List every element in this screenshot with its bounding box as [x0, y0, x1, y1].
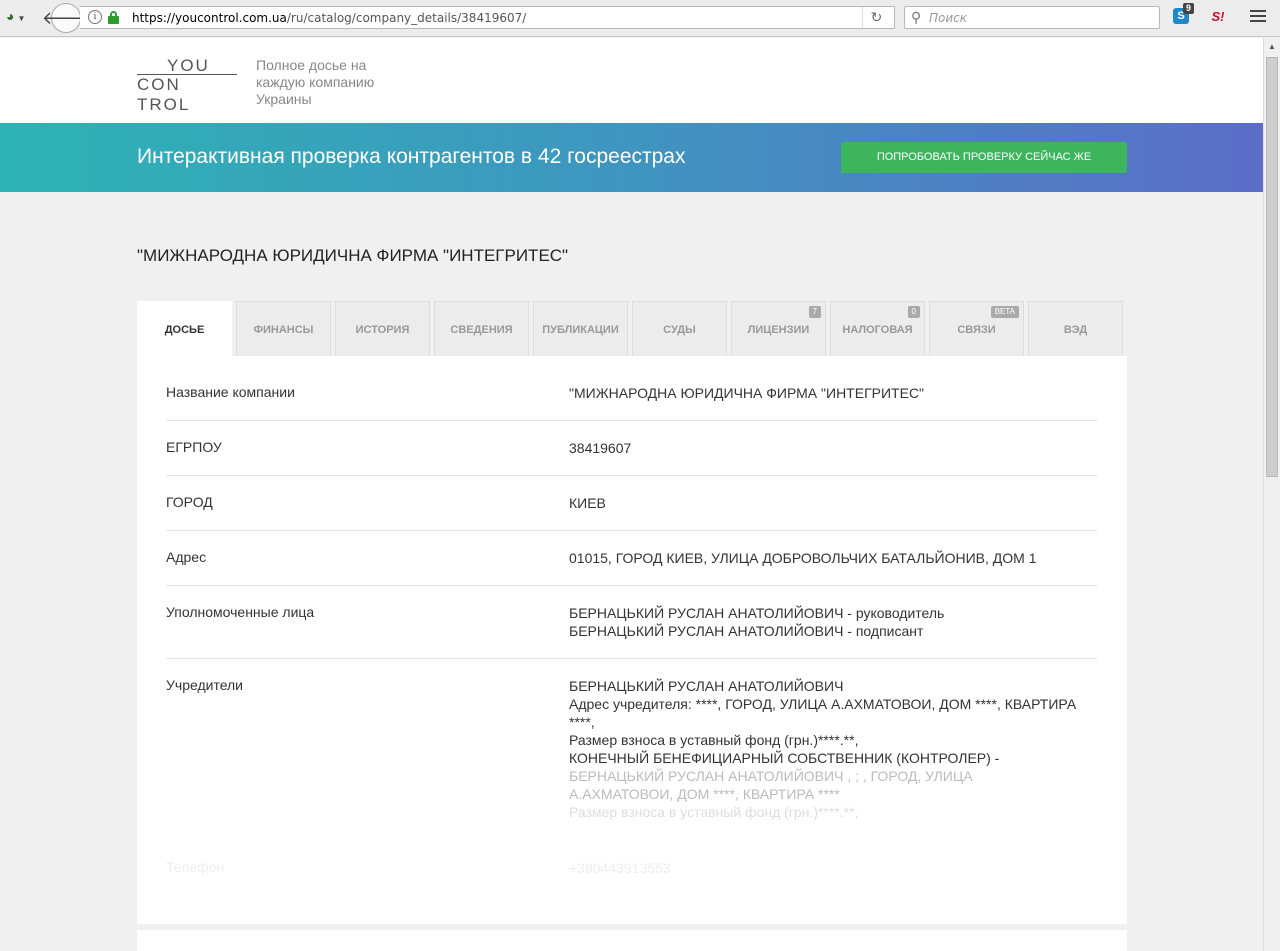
try-check-button[interactable]: ПОПРОБОВАТЬ ПРОВЕРКУ СЕЙЧАС ЖЕ: [841, 142, 1127, 173]
tab-history[interactable]: ИСТОРИЯ: [335, 301, 430, 357]
back-button[interactable]: 🡐: [42, 3, 90, 33]
row-label: ГОРОД: [166, 494, 213, 510]
dossier-card: Название компании "МИЖНАРОДНА ЮРИДИЧНА Ф…: [137, 356, 1127, 924]
row-value: БЕРНАЦЬКИЙ РУСЛАН АНАТОЛИЙОВИЧ Адрес учр…: [569, 677, 1079, 821]
tab-label: СВЯЗИ: [957, 324, 996, 336]
founder-line: КОНЕЧНЫЙ БЕНЕФИЦИАРНЫЙ СОБСТВЕННИК (КОНТ…: [569, 750, 1000, 766]
page-scrollbar[interactable]: ▲: [1263, 38, 1280, 951]
detail-row-name: Название компании "МИЖНАРОДНА ЮРИДИЧНА Ф…: [166, 356, 1097, 421]
tab-connections[interactable]: СВЯЗИ Beta: [929, 301, 1024, 357]
logo-divider: [137, 74, 237, 75]
banner-title: Интерактивная проверка контрагентов в 42…: [137, 145, 686, 168]
founder-line: Адрес учредителя: ****, ГОРОД, УЛИЦА А.А…: [569, 696, 1077, 730]
address-bar[interactable]: i https://youcontrol.com.ua/ru/catalog/c…: [80, 6, 895, 29]
site-header: YOU CON TROL Полное досье на каждую комп…: [0, 38, 1263, 123]
row-value: +380443913553: [569, 860, 671, 876]
tab-label: ЛИЦЕНЗИИ: [747, 324, 810, 336]
tab-badge: 0: [907, 306, 920, 318]
url-text[interactable]: https://youcontrol.com.ua/ru/catalog/com…: [132, 11, 526, 25]
row-label: ЕГРПОУ: [166, 439, 222, 455]
founder-line: Размер взноса в уставный фонд (грн.)****…: [569, 804, 859, 820]
extension-badge: 9: [1183, 3, 1195, 14]
search-icon: ⚲: [911, 9, 922, 25]
tab-dossier[interactable]: ДОСЬЕ: [137, 301, 232, 357]
tab-label: ФИНАНСЫ: [253, 324, 314, 336]
tab-label: ПУБЛИКАЦИИ: [542, 324, 619, 336]
row-value: 01015, ГОРОД КИЕВ, УЛИЦА ДОБРОВОЛЬЧИХ БА…: [569, 550, 1037, 566]
tab-label: ИСТОРИЯ: [355, 324, 410, 336]
tab-label: СУДЫ: [663, 324, 696, 336]
tab-finance[interactable]: ФИНАНСЫ: [236, 301, 331, 357]
row-label: Учредители: [166, 677, 244, 693]
scroll-up-arrow-icon[interactable]: ▲: [1264, 38, 1280, 55]
detail-row-phone: Телефон +380443913553: [166, 841, 1097, 896]
tab-licenses[interactable]: ЛИЦЕНЗИИ 7: [731, 301, 826, 357]
info-icon[interactable]: i: [88, 10, 102, 24]
url-host: https://youcontrol.com.ua: [132, 11, 287, 25]
tab-ved[interactable]: ВЭД: [1028, 301, 1123, 357]
person-line: БЕРНАЦЬКИЙ РУСЛАН АНАТОЛИЙОВИЧ - подписа…: [569, 623, 924, 639]
row-value: 38419607: [569, 440, 632, 456]
row-label: Уполномоченные лица: [166, 604, 315, 620]
browser-toolbar: ◕ ▼ 🡐 i https://youcontrol.com.ua/ru/cata…: [0, 0, 1280, 37]
founder-line: Размер взноса в уставный фонд (грн.)****…: [569, 732, 859, 748]
row-label: Адрес: [166, 549, 207, 565]
search-input[interactable]: [929, 9, 1149, 27]
row-label: Название компании: [166, 384, 295, 400]
detail-row-city: ГОРОД КИЕВ: [166, 476, 1097, 531]
lock-icon[interactable]: [108, 11, 119, 24]
detail-row-persons: Уполномоченные лица БЕРНАЦЬКИЙ РУСЛАН АН…: [166, 586, 1097, 659]
detail-row-founders: Учредители БЕРНАЦЬКИЙ РУСЛАН АНАТОЛИЙОВИ…: [166, 659, 1097, 841]
youcontrol-logo[interactable]: YOU CON TROL: [137, 56, 237, 114]
founder-line: БЕРНАЦЬКИЙ РУСЛАН АНАТОЛИЙОВИЧ: [569, 678, 844, 694]
tab-tax[interactable]: НАЛОГОВАЯ 0: [830, 301, 925, 357]
extension-s-button[interactable]: S9: [1173, 3, 1195, 24]
site-tagline: Полное досье на каждую компанию Украины: [256, 57, 375, 107]
logo-top-text: YOU: [167, 56, 210, 75]
tab-badge: Beta: [990, 306, 1019, 318]
detail-row-address: Адрес 01015, ГОРОД КИЕВ, УЛИЦА ДОБРОВОЛЬ…: [166, 531, 1097, 586]
page-title: "МИЖНАРОДНА ЮРИДИЧНА ФИРМА "ИНТЕГРИТЕС": [137, 246, 569, 265]
tab-label: СВЕДЕНИЯ: [450, 324, 513, 336]
extension-red-button[interactable]: S!: [1209, 8, 1227, 26]
web-page: YOU CON TROL Полное досье на каждую комп…: [0, 38, 1263, 951]
detail-row-edrpou: ЕГРПОУ 38419607: [166, 421, 1097, 476]
tab-courts[interactable]: СУДЫ: [632, 301, 727, 357]
search-box[interactable]: ⚲: [904, 6, 1160, 29]
row-value: КИЕВ: [569, 495, 606, 511]
person-line: БЕРНАЦЬКИЙ РУСЛАН АНАТОЛИЙОВИЧ - руковод…: [569, 605, 945, 621]
next-card: [137, 930, 1127, 951]
tab-info[interactable]: СВЕДЕНИЯ: [434, 301, 529, 357]
tab-publications[interactable]: ПУБЛИКАЦИИ: [533, 301, 628, 357]
url-path: /ru/catalog/company_details/38419607/: [286, 11, 527, 25]
tab-badge: 7: [808, 306, 821, 318]
row-value: БЕРНАЦЬКИЙ РУСЛАН АНАТОЛИЙОВИЧ - руковод…: [569, 604, 1079, 640]
chevron-down-icon: ▼: [17, 14, 26, 23]
row-value: "МИЖНАРОДНА ЮРИДИЧНА ФИРМА "ИНТЕГРИТЕС": [569, 385, 925, 401]
reload-button[interactable]: ↻: [862, 7, 890, 28]
menu-icon[interactable]: [1250, 10, 1266, 24]
firefox-icon: ◕: [6, 8, 15, 24]
tab-label: НАЛОГОВАЯ: [842, 324, 913, 336]
scroll-thumb[interactable]: [1266, 57, 1278, 477]
promo-banner: Интерактивная проверка контрагентов в 42…: [0, 123, 1263, 192]
firefox-menu-button[interactable]: ◕ ▼: [6, 8, 38, 28]
company-tabs: ДОСЬЕ ФИНАНСЫ ИСТОРИЯ СВЕДЕНИЯ ПУБЛИКАЦИ…: [137, 301, 1127, 357]
logo-bottom-text: CON TROL: [137, 75, 191, 114]
founder-line: БЕРНАЦЬКИЙ РУСЛАН АНАТОЛИЙОВИЧ , ; , ГОР…: [569, 768, 973, 802]
reload-icon: ↻: [870, 9, 883, 25]
tab-label: ДОСЬЕ: [164, 324, 205, 336]
row-label: Телефон: [166, 859, 225, 875]
tab-label: ВЭД: [1063, 324, 1088, 336]
